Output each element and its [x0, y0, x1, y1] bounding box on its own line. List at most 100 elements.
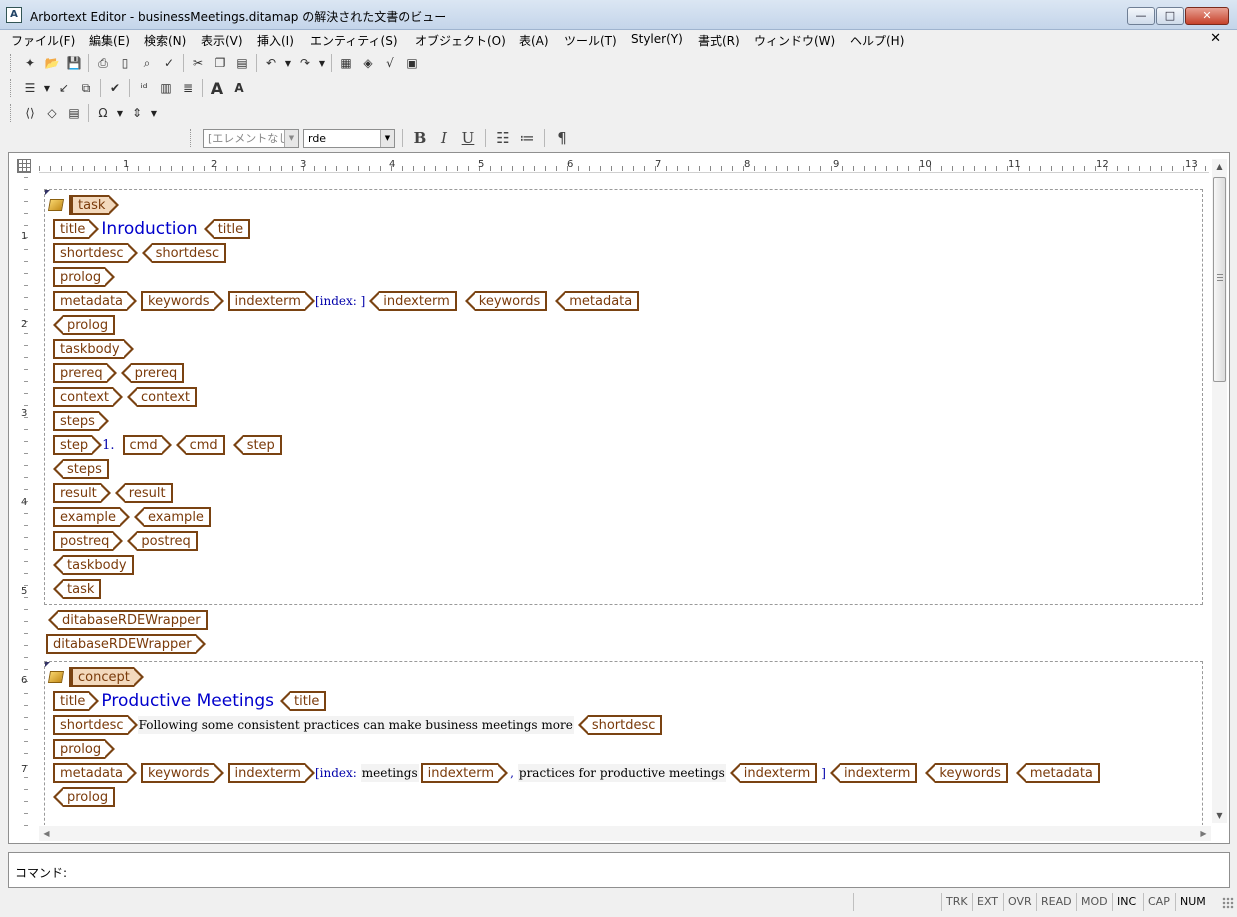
- menu-format[interactable]: 書式(R): [698, 31, 740, 50]
- toolbar-grip[interactable]: [10, 54, 13, 72]
- spellcheck-icon[interactable]: ✓: [158, 52, 180, 74]
- tag-metadata-close[interactable]: metadata: [555, 291, 640, 311]
- tag-result-close[interactable]: result: [114, 483, 173, 503]
- split-icon[interactable]: ⧉: [75, 77, 97, 99]
- tag-shortdesc-close[interactable]: shortdesc: [141, 243, 227, 263]
- tag-keywords-close[interactable]: keywords: [464, 291, 548, 311]
- preview-icon[interactable]: ▤: [63, 102, 85, 124]
- tag-display-icon[interactable]: ⇕: [126, 102, 148, 124]
- tag-indexterm-close[interactable]: indexterm: [829, 763, 918, 783]
- tag-indexterm-close[interactable]: indexterm: [369, 291, 457, 311]
- tag-steps-close[interactable]: steps: [53, 459, 109, 479]
- toolbar-grip[interactable]: [190, 129, 193, 147]
- tag-indexterm-open[interactable]: indexterm: [227, 763, 316, 783]
- print-preview-icon[interactable]: ▯: [114, 52, 136, 74]
- redo-dropdown-icon[interactable]: ▼: [316, 59, 328, 68]
- tag-task-close[interactable]: task: [52, 579, 102, 599]
- new-icon[interactable]: ✦: [19, 52, 41, 74]
- attributes-icon[interactable]: ▥: [155, 77, 177, 99]
- menu-table[interactable]: 表(A): [519, 31, 549, 50]
- tag-postreq-open[interactable]: postreq: [53, 531, 124, 551]
- scroll-right-icon[interactable]: ▶: [1196, 826, 1211, 841]
- tag-steps-open[interactable]: steps: [53, 411, 109, 431]
- tag-task-open[interactable]: task: [69, 195, 120, 215]
- chevron-down-icon[interactable]: ▼: [380, 129, 394, 147]
- menu-help[interactable]: ヘルプ(H): [850, 31, 904, 50]
- index-term-meetings[interactable]: meetings: [360, 764, 419, 782]
- tag-prolog-open[interactable]: prolog: [53, 739, 116, 759]
- tag-keywords-close[interactable]: keywords: [925, 763, 1008, 783]
- change-markup-icon[interactable]: ↙: [53, 77, 75, 99]
- scroll-left-icon[interactable]: ◀: [39, 826, 54, 841]
- menu-object[interactable]: オブジェクト(O): [415, 31, 506, 50]
- style-combo[interactable]: rde ▼: [303, 128, 395, 148]
- tag-postreq-close[interactable]: postreq: [127, 531, 198, 551]
- index-term-practices[interactable]: practices for productive meetings: [517, 764, 726, 782]
- editor-pane[interactable]: 1 2 3 4 5 6 7 8 9 10 11 12 13 1 2 3 4 5 …: [8, 152, 1230, 844]
- scroll-up-icon[interactable]: ▲: [1212, 159, 1227, 174]
- paste-icon[interactable]: ▤: [231, 52, 253, 74]
- toolbar-grip[interactable]: [10, 104, 13, 122]
- tag-taskbody-open[interactable]: taskbody: [53, 339, 133, 359]
- italic-button[interactable]: I: [434, 128, 454, 148]
- doc-map-icon[interactable]: ◇: [41, 102, 63, 124]
- undo-dropdown-icon[interactable]: ▼: [282, 59, 294, 68]
- index-marker[interactable]: [index: ]: [315, 294, 365, 308]
- insert-markup-icon[interactable]: ☰: [19, 77, 41, 99]
- equation-icon[interactable]: √: [379, 52, 401, 74]
- menu-tools[interactable]: ツール(T): [564, 31, 617, 50]
- index-open-marker[interactable]: [index:: [315, 766, 357, 780]
- special-char-dropdown-icon[interactable]: ▼: [114, 109, 126, 118]
- concept-title-text[interactable]: Productive Meetings: [101, 691, 274, 711]
- tag-prolog-open[interactable]: prolog: [53, 267, 116, 287]
- outline-icon[interactable]: ≣: [177, 77, 199, 99]
- graphic-icon[interactable]: ◈: [357, 52, 379, 74]
- menu-insert[interactable]: 挿入(I): [257, 31, 294, 50]
- tag-wrapper-open[interactable]: ditabaseRDEWrapper: [46, 634, 206, 654]
- menu-file[interactable]: ファイル(F): [11, 31, 75, 50]
- tag-title-close[interactable]: title: [279, 691, 327, 711]
- tag-keywords-open[interactable]: keywords: [141, 763, 225, 783]
- tag-concept-open[interactable]: concept: [69, 667, 144, 687]
- open-icon[interactable]: 📂: [41, 52, 63, 74]
- numbered-list-icon[interactable]: ☷: [493, 128, 513, 148]
- validate-icon[interactable]: ✔: [104, 77, 126, 99]
- table-icon[interactable]: ▦: [335, 52, 357, 74]
- minimize-button[interactable]: —: [1127, 7, 1155, 25]
- tag-prolog-close[interactable]: prolog: [52, 787, 116, 807]
- underline-button[interactable]: U: [458, 128, 478, 148]
- tag-metadata-open[interactable]: metadata: [53, 291, 138, 311]
- menu-styler[interactable]: Styler(Y): [631, 31, 683, 47]
- document-close-icon[interactable]: ✕: [1210, 31, 1221, 46]
- id-icon[interactable]: ⁱᵈ: [133, 77, 155, 99]
- print-icon[interactable]: ⎙: [92, 52, 114, 74]
- document-view[interactable]: task title Inroduction title shortdesc s…: [44, 189, 1204, 825]
- table-grid-icon[interactable]: [17, 159, 31, 173]
- chevron-down-icon[interactable]: ▼: [284, 129, 298, 147]
- scroll-thumb[interactable]: [1213, 177, 1226, 382]
- tag-context-open[interactable]: context: [53, 387, 123, 407]
- tag-cmd-close[interactable]: cmd: [175, 435, 225, 455]
- tag-cmd-open[interactable]: cmd: [122, 435, 172, 455]
- close-button[interactable]: ✕: [1185, 7, 1229, 25]
- save-icon[interactable]: 💾: [63, 52, 85, 74]
- bold-button[interactable]: B: [410, 128, 430, 148]
- tag-example-close[interactable]: example: [133, 507, 211, 527]
- menu-window[interactable]: ウィンドウ(W): [754, 31, 835, 50]
- tag-shortdesc-close[interactable]: shortdesc: [577, 715, 663, 735]
- bulleted-list-icon[interactable]: ≔: [517, 128, 537, 148]
- compose-icon[interactable]: ▣: [401, 52, 423, 74]
- tag-title-close[interactable]: title: [203, 219, 251, 239]
- tag-step-close[interactable]: step: [232, 435, 282, 455]
- special-char-icon[interactable]: Ω: [92, 102, 114, 124]
- toolbar-grip[interactable]: [10, 79, 13, 97]
- menu-entity[interactable]: エンティティ(S): [310, 31, 398, 50]
- tag-step-open[interactable]: step: [53, 435, 103, 455]
- undo-icon[interactable]: ↶: [260, 52, 282, 74]
- tag-context-close[interactable]: context: [127, 387, 197, 407]
- redo-icon[interactable]: ↷: [294, 52, 316, 74]
- copy-icon[interactable]: ❐: [209, 52, 231, 74]
- vertical-scrollbar[interactable]: ▲ ▼: [1212, 159, 1227, 823]
- find-icon[interactable]: ⌕: [136, 52, 158, 74]
- scroll-down-icon[interactable]: ▼: [1212, 808, 1227, 823]
